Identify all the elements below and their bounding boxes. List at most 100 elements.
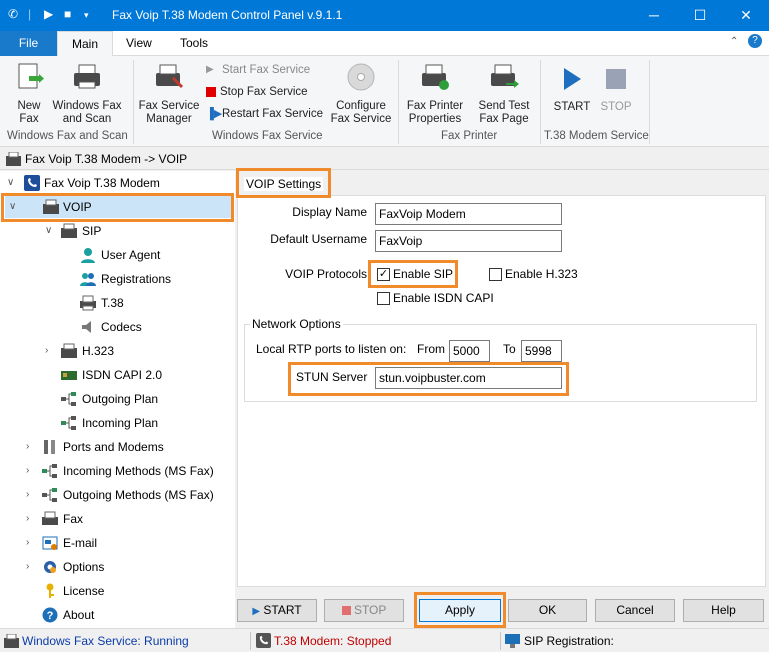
network-icon <box>42 488 57 502</box>
rtp-from-input[interactable]: 5000 <box>449 340 490 362</box>
start-button-label: START <box>263 603 302 617</box>
restart-fax-service-button[interactable]: ▐▶Restart Fax Service <box>206 105 323 123</box>
collapsed-chevron-icon[interactable]: › <box>26 460 36 482</box>
printer-icon <box>80 295 96 311</box>
highlight-section-title <box>236 168 331 198</box>
fax-printer-properties-button[interactable]: Fax Printer Properties <box>403 62 467 126</box>
fax-icon <box>61 223 77 238</box>
tree-label: T.38 <box>101 296 124 310</box>
play-icon <box>564 68 581 90</box>
configure-fax-service-label: Configure Fax Service <box>330 100 392 125</box>
stop-icon <box>206 86 216 97</box>
tree-label: E-mail <box>63 536 98 550</box>
stop-fax-service-button[interactable]: Stop Fax Service <box>206 83 308 101</box>
printer-properties-icon <box>422 64 449 90</box>
display-name-label: Display Name <box>292 205 367 219</box>
email-icon <box>42 536 58 550</box>
enable-isdn-capi-checkbox[interactable] <box>377 292 390 305</box>
to-label: To <box>503 342 516 356</box>
default-username-input[interactable]: FaxVoip <box>375 230 562 252</box>
play-icon: ▶ <box>206 63 214 75</box>
expand-chevron-icon[interactable]: ∨ <box>7 172 17 194</box>
send-test-fax-page-button[interactable]: Send Test Fax Page <box>474 62 534 126</box>
collapsed-chevron-icon[interactable]: › <box>26 484 36 506</box>
apply-button[interactable]: Apply <box>419 599 501 622</box>
stop-button[interactable]: STOP <box>324 599 404 622</box>
tree-label: Incoming Methods (MS Fax) <box>63 464 214 478</box>
restart-fax-service-label: Restart Fax Service <box>222 108 323 120</box>
tab-tools[interactable]: Tools <box>166 31 222 56</box>
group-windows-fax-scan: Windows Fax and Scan <box>7 130 128 142</box>
tree-label: Ports and Modems <box>63 440 164 454</box>
tree-label: Fax <box>63 512 84 526</box>
configure-fax-service-button[interactable]: Configure Fax Service <box>330 62 392 126</box>
help-icon[interactable]: ? <box>748 34 762 48</box>
expand-chevron-icon[interactable]: ∨ <box>9 196 19 218</box>
tree-label: Outgoing Methods (MS Fax) <box>63 488 214 502</box>
collapsed-chevron-icon[interactable]: › <box>26 508 36 530</box>
tree-label: SIP <box>82 224 102 238</box>
tree-label: Registrations <box>101 272 172 286</box>
fax-printer-properties-label: Fax Printer Properties <box>406 100 464 125</box>
phone-icon <box>256 633 271 648</box>
expand-chevron-icon[interactable]: ∨ <box>45 220 55 242</box>
stop-button-label: STOP <box>353 603 387 617</box>
user-icon <box>81 248 95 263</box>
stop-icon <box>606 69 626 89</box>
collapsed-chevron-icon[interactable]: › <box>26 436 36 458</box>
windows-fax-scan-button[interactable]: Windows Fax and Scan <box>50 62 124 126</box>
tree-label: Outgoing Plan <box>82 392 159 406</box>
ok-button[interactable]: OK <box>508 599 587 622</box>
group-t38-modem-service: T.38 Modem Service <box>544 130 649 142</box>
collapsed-chevron-icon[interactable]: › <box>26 532 36 554</box>
send-test-fax-page-label: Send Test Fax Page <box>478 100 530 125</box>
tree-label: Codecs <box>101 320 142 334</box>
stop-fax-service-label: Stop Fax Service <box>220 86 308 98</box>
rtp-to-input[interactable]: 5998 <box>521 340 562 362</box>
customize-quickaccess-icon[interactable]: ▾ <box>84 10 89 21</box>
start-fax-service-button[interactable]: ▶ Start Fax Service <box>206 61 310 79</box>
cancel-button[interactable]: Cancel <box>595 599 675 622</box>
tab-file[interactable]: File <box>0 31 57 56</box>
minimize-button[interactable]: ─ <box>631 0 677 31</box>
collapsed-chevron-icon[interactable]: › <box>26 556 36 578</box>
stop-icon <box>341 606 351 615</box>
phone-icon <box>24 175 40 191</box>
gear-icon <box>44 561 56 573</box>
close-button[interactable]: ✕ <box>723 0 769 31</box>
network-icon <box>42 464 57 478</box>
stun-server-label: STUN Server <box>296 370 368 384</box>
enable-sip-checkbox[interactable]: ✓ <box>377 268 390 281</box>
enable-h323-checkbox[interactable] <box>489 268 502 281</box>
key-icon <box>46 583 54 598</box>
enable-sip-label: Enable SIP <box>393 267 454 281</box>
send-test-fax-icon <box>491 64 519 88</box>
quick-start-icon[interactable]: ▶ <box>44 7 53 21</box>
tab-main[interactable]: Main <box>57 31 114 57</box>
title-bar: ✆ | ▶ ■ ▾ Fax Voip T.38 Modem Control Pa… <box>0 0 769 31</box>
tree-node-voip[interactable]: ∨ VOIP <box>5 196 231 218</box>
new-fax-icon <box>18 63 44 89</box>
tree-node-fax-voip-t38-modem[interactable]: ∨ Fax Voip T.38 Modem <box>0 172 235 194</box>
network-icon <box>61 392 76 406</box>
display-name-input[interactable]: FaxVoip Modem <box>375 203 562 225</box>
tree-label: Fax Voip T.38 Modem <box>44 176 160 190</box>
voip-protocols-label: VOIP Protocols <box>285 267 367 281</box>
new-fax-button[interactable]: New Fax <box>10 62 48 126</box>
disc-icon <box>347 63 375 91</box>
ribbon-stop-button[interactable]: STOP <box>596 66 636 114</box>
ribbon-separator <box>540 60 541 144</box>
quick-stop-icon[interactable]: ■ <box>64 7 71 21</box>
help-button[interactable]: Help <box>683 599 764 622</box>
stun-server-input[interactable]: stun.voipbuster.com <box>375 367 562 389</box>
tree-label: Options <box>63 560 105 574</box>
collapsed-chevron-icon[interactable]: › <box>45 340 55 362</box>
maximize-button[interactable]: ☐ <box>677 0 723 31</box>
ribbon-start-button[interactable]: START <box>552 66 592 114</box>
fax-service-manager-button[interactable]: Fax Service Manager <box>138 62 200 126</box>
tab-view[interactable]: View <box>112 31 166 56</box>
start-button[interactable]: ▶ START <box>237 599 317 622</box>
tree-label: User Agent <box>101 248 161 262</box>
tree-label: VOIP <box>63 200 92 214</box>
collapse-ribbon-icon[interactable]: ⌃ <box>730 36 738 47</box>
